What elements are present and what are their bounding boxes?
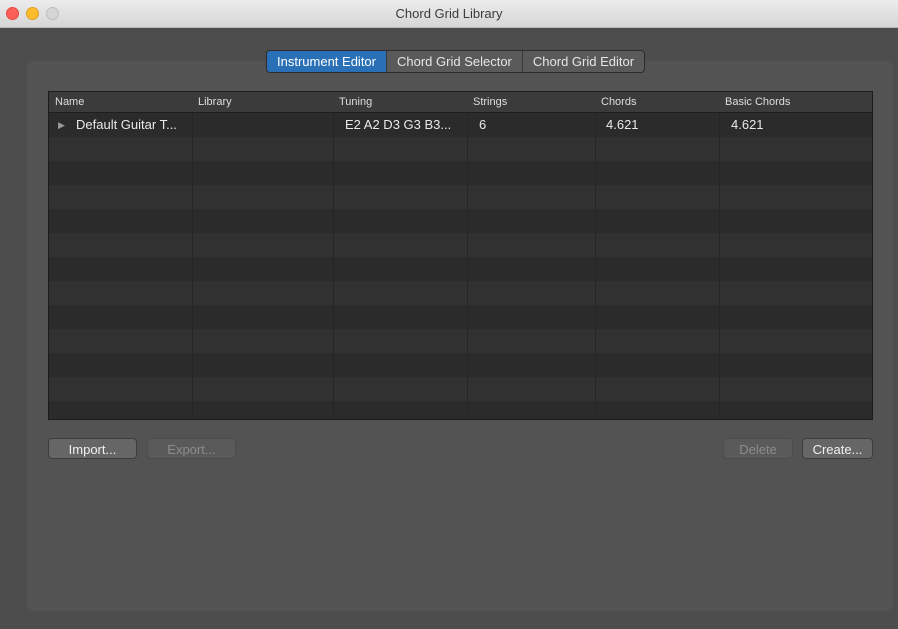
- window-title: Chord Grid Library: [395, 6, 503, 21]
- empty-table-row: [49, 281, 872, 305]
- column-header-basic-chords[interactable]: Basic Chords: [719, 92, 872, 112]
- column-divider: [719, 113, 720, 419]
- empty-table-row: [49, 161, 872, 185]
- cell-tuning: E2 A2 D3 G3 B3...: [345, 117, 452, 132]
- create-button[interactable]: Create...: [802, 438, 873, 459]
- export-button[interactable]: Export...: [147, 438, 236, 459]
- delete-button[interactable]: Delete: [723, 438, 793, 459]
- empty-table-row: [49, 353, 872, 377]
- column-header-strings[interactable]: Strings: [467, 92, 595, 112]
- title-bar[interactable]: Chord Grid Library: [0, 0, 898, 28]
- cell-basic-chords: 4.621: [731, 117, 764, 132]
- column-header-tuning[interactable]: Tuning: [333, 92, 467, 112]
- tab-chord-grid-editor[interactable]: Chord Grid Editor: [521, 51, 644, 72]
- mode-segmented-control: Instrument Editor Chord Grid Selector Ch…: [266, 50, 646, 73]
- tab-chord-grid-selector[interactable]: Chord Grid Selector: [386, 51, 522, 72]
- chord-grid-library-window: Chord Grid Library Instrument Editor Cho…: [0, 0, 898, 629]
- column-header-library[interactable]: Library: [192, 92, 333, 112]
- column-header-name[interactable]: Name: [49, 92, 192, 112]
- column-divider: [333, 113, 334, 419]
- table-header: Name Library Tuning Strings Chords Basic…: [49, 92, 872, 113]
- empty-table-row: [49, 137, 872, 161]
- column-divider: [192, 113, 193, 419]
- empty-table-row: [49, 377, 872, 401]
- empty-table-row: [49, 233, 872, 257]
- instrument-table: Name Library Tuning Strings Chords Basic…: [48, 91, 873, 420]
- cell-strings: 6: [479, 117, 487, 132]
- table-row[interactable]: ▶ Default Guitar T... E2 A2 D3 G3 B3... …: [49, 113, 872, 137]
- empty-table-row: [49, 401, 872, 419]
- disclosure-triangle-icon[interactable]: ▶: [58, 120, 65, 131]
- cell-chords: 4.621: [606, 117, 639, 132]
- column-header-chords[interactable]: Chords: [595, 92, 719, 112]
- tab-instrument-editor[interactable]: Instrument Editor: [267, 51, 386, 72]
- empty-table-row: [49, 329, 872, 353]
- cell-name: Default Guitar T...: [76, 117, 177, 132]
- empty-table-row: [49, 305, 872, 329]
- import-button[interactable]: Import...: [48, 438, 137, 459]
- column-divider: [467, 113, 468, 419]
- table-body: ▶ Default Guitar T... E2 A2 D3 G3 B3... …: [49, 113, 872, 419]
- empty-table-row: [49, 257, 872, 281]
- empty-table-row: [49, 185, 872, 209]
- empty-table-row: [49, 209, 872, 233]
- column-divider: [595, 113, 596, 419]
